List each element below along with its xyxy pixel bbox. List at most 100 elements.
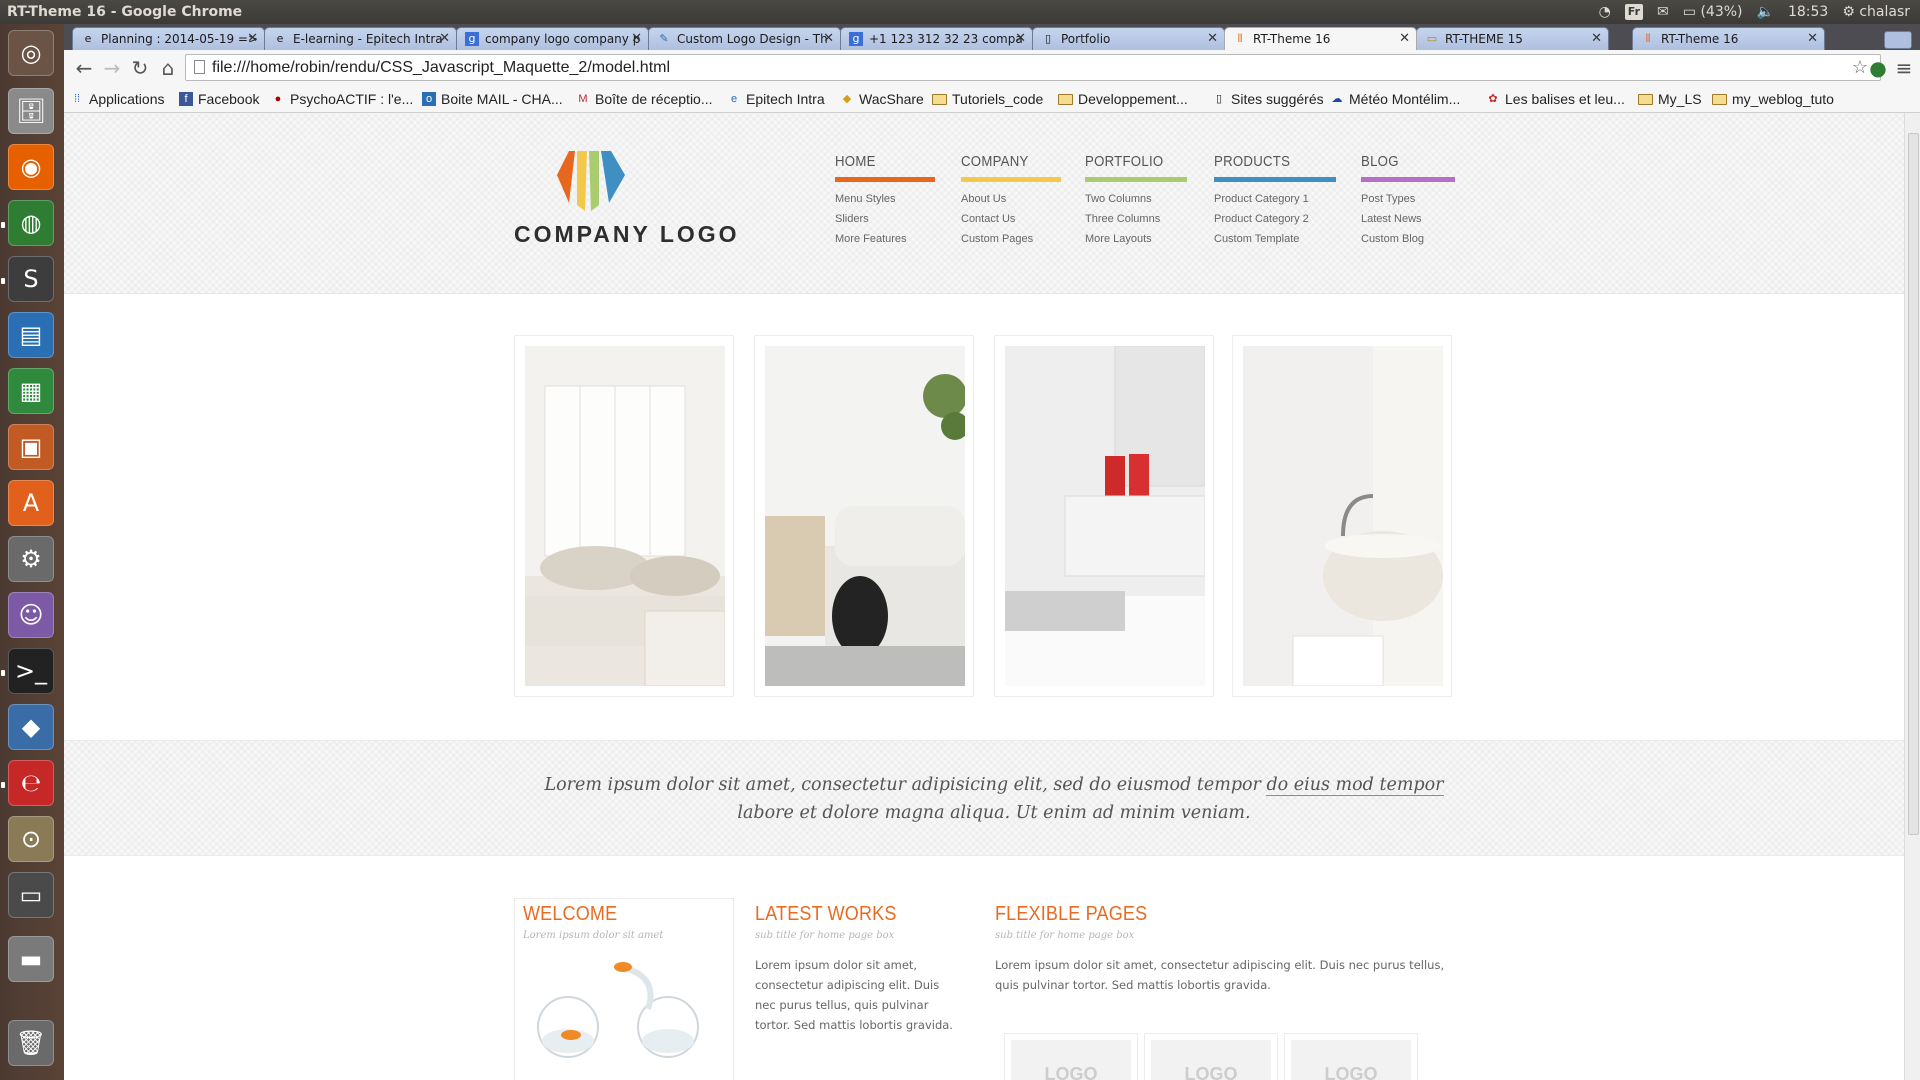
back-icon[interactable]: ←	[72, 56, 96, 80]
nav-subitem[interactable]: Product Category 2	[1214, 209, 1336, 229]
tab[interactable]: g +1 123 312 32 23 compa ✕	[840, 27, 1033, 50]
page-scrollbar[interactable]	[1904, 113, 1920, 1080]
extension-icon[interactable]: ●	[1866, 56, 1890, 80]
trash-icon[interactable]: 🗑	[8, 1020, 54, 1066]
nav-subitem[interactable]: Post Types	[1361, 189, 1455, 209]
bookmark-item[interactable]: M Boîte de réceptio...	[576, 89, 712, 109]
tab-active[interactable]: ⦀ RT-Theme 16 ✕	[1224, 27, 1417, 50]
gallery-item[interactable]	[994, 335, 1214, 697]
nav-company[interactable]: COMPANY About Us Contact Us Custom Pages	[961, 153, 1061, 249]
calc-icon[interactable]: ▦	[8, 368, 54, 414]
nav-subitem[interactable]: Custom Template	[1214, 229, 1336, 249]
nav-label[interactable]: PORTFOLIO	[1085, 153, 1175, 175]
menu-icon[interactable]: ≡	[1892, 56, 1916, 80]
workspace-switcher-icon[interactable]: ▭	[8, 872, 54, 918]
nav-home[interactable]: HOME Menu Styles Sliders More Features	[835, 153, 935, 249]
nav-subitem[interactable]: Menu Styles	[835, 189, 935, 209]
clock[interactable]: 18:53	[1788, 0, 1828, 24]
gallery-item[interactable]	[514, 335, 734, 697]
client-logo[interactable]: LOGO	[1004, 1033, 1138, 1080]
bookmark-item[interactable]: f Facebook	[179, 89, 259, 109]
tab[interactable]: g company logo company p ✕	[456, 27, 649, 50]
nav-label[interactable]: COMPANY	[961, 153, 1049, 175]
firefox-icon[interactable]: ◉	[8, 144, 54, 190]
tab[interactable]: ✎ Custom Logo Design - Th ✕	[648, 27, 841, 50]
tab[interactable]: ▯ Portfolio ✕	[1032, 27, 1225, 50]
quote-link[interactable]: do eius mod tempor	[1266, 775, 1444, 796]
nav-subitem[interactable]: About Us	[961, 189, 1061, 209]
battery-indicator[interactable]: ▭ (43%)	[1683, 0, 1743, 24]
tab[interactable]: e E-learning - Epitech Intra ✕	[264, 27, 457, 50]
terminal-icon[interactable]: >_	[8, 648, 54, 694]
close-tab-icon[interactable]: ✕	[1015, 28, 1026, 50]
writer-icon[interactable]: ▤	[8, 312, 54, 358]
volume-icon[interactable]: 🔈	[1757, 0, 1774, 24]
nav-subitem[interactable]: Contact Us	[961, 209, 1061, 229]
bookmark-item[interactable]: ◆ WacShare	[840, 89, 924, 109]
software-center-icon[interactable]: A	[8, 480, 54, 526]
scrollbar-thumb[interactable]	[1908, 133, 1919, 835]
bookmark-item[interactable]: ▯ Sites suggérés	[1212, 89, 1324, 109]
nav-subitem[interactable]: Product Category 1	[1214, 189, 1336, 209]
address-bar[interactable]: file:///home/robin/rendu/CSS_Javascript_…	[185, 54, 1881, 81]
close-tab-icon[interactable]: ✕	[1591, 28, 1602, 50]
bookmark-item[interactable]: e Epitech Intra	[727, 89, 825, 109]
gallery-item[interactable]	[754, 335, 974, 697]
wifi-icon[interactable]: ◔	[1599, 0, 1611, 24]
bookmark-item[interactable]: o Boite MAIL - CHA...	[422, 89, 563, 109]
bookmark-item[interactable]: ● PsychoACTIF : l'e...	[271, 89, 414, 109]
dash-home-icon[interactable]: ◎	[8, 30, 54, 76]
settings-icon[interactable]: ⚙	[8, 536, 54, 582]
forward-icon[interactable]: →	[100, 56, 124, 80]
bookmark-folder[interactable]: Developpement...	[1058, 89, 1188, 109]
close-tab-icon[interactable]: ✕	[1807, 28, 1818, 50]
close-tab-icon[interactable]: ✕	[823, 28, 834, 50]
nav-subitem[interactable]: Two Columns	[1085, 189, 1187, 209]
nav-subitem[interactable]: More Layouts	[1085, 229, 1187, 249]
keyboard-layout-indicator[interactable]: Fr	[1624, 4, 1644, 20]
bookmark-folder[interactable]: my_weblog_tuto	[1712, 89, 1834, 109]
mail-icon[interactable]: ✉	[1657, 0, 1669, 24]
close-tab-icon[interactable]: ✕	[247, 28, 258, 50]
nav-products[interactable]: PRODUCTS Product Category 1 Product Cate…	[1214, 153, 1336, 249]
home-icon[interactable]: ⌂	[156, 56, 180, 80]
disk-utility-icon[interactable]: ⊙	[8, 816, 54, 862]
impress-icon[interactable]: ▣	[8, 424, 54, 470]
chrome-icon[interactable]: ◍	[8, 200, 54, 246]
tab[interactable]: e Planning : 2014-05-19 => ✕	[72, 27, 265, 50]
nav-blog[interactable]: BLOG Post Types Latest News Custom Blog	[1361, 153, 1455, 249]
bookmark-folder[interactable]: My_LS	[1638, 89, 1702, 109]
tab[interactable]: ▭ RT-THEME 15 ✕	[1416, 27, 1609, 50]
nav-label[interactable]: HOME	[835, 153, 923, 175]
tab[interactable]: ⦀ RT-Theme 16 ✕	[1632, 27, 1825, 50]
reload-icon[interactable]: ↻	[128, 56, 152, 80]
close-tab-icon[interactable]: ✕	[1399, 28, 1410, 50]
bookmark-item[interactable]: ✿ Les balises et leu...	[1486, 89, 1624, 109]
nav-label[interactable]: PRODUCTS	[1214, 153, 1321, 175]
nav-subitem[interactable]: More Features	[835, 229, 935, 249]
files-icon[interactable]: 🗄	[8, 88, 54, 134]
bookmark-item[interactable]: ⁞⁞ Applications	[70, 89, 165, 109]
client-logo[interactable]: LOGO	[1144, 1033, 1278, 1080]
close-tab-icon[interactable]: ✕	[439, 28, 450, 50]
workbench-icon[interactable]: ◆	[8, 704, 54, 750]
client-logo[interactable]: LOGO	[1284, 1033, 1418, 1080]
nav-subitem[interactable]: Three Columns	[1085, 209, 1187, 229]
evince-icon[interactable]: ℮	[8, 760, 54, 806]
bookmark-item[interactable]: ☁ Météo Montélim...	[1330, 89, 1461, 109]
nav-subitem[interactable]: Custom Pages	[961, 229, 1061, 249]
new-tab-button[interactable]	[1884, 31, 1912, 49]
nav-subitem[interactable]: Custom Blog	[1361, 229, 1455, 249]
gallery-item[interactable]	[1232, 335, 1452, 697]
pidgin-icon[interactable]: ☺	[8, 592, 54, 638]
nav-subitem[interactable]: Sliders	[835, 209, 935, 229]
close-tab-icon[interactable]: ✕	[1207, 28, 1218, 50]
drive-icon[interactable]: ▬	[8, 936, 54, 982]
close-tab-icon[interactable]: ✕	[631, 28, 642, 50]
nav-portfolio[interactable]: PORTFOLIO Two Columns Three Columns More…	[1085, 153, 1187, 249]
sublime-text-icon[interactable]: S	[8, 256, 54, 302]
nav-subitem[interactable]: Latest News	[1361, 209, 1455, 229]
bookmark-folder[interactable]: Tutoriels_code	[932, 89, 1043, 109]
nav-label[interactable]: BLOG	[1361, 153, 1444, 175]
user-menu[interactable]: ⚙ chalasr	[1842, 0, 1910, 24]
